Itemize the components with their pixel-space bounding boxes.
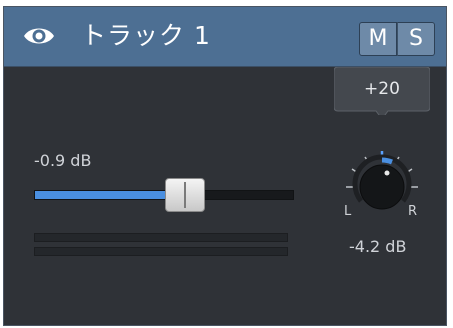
thumb-grip xyxy=(183,182,186,208)
track-name[interactable]: トラック 1 xyxy=(81,19,211,53)
volume-slider-thumb[interactable] xyxy=(164,178,205,212)
volume-value: -0.9 dB xyxy=(34,151,92,170)
eye-icon[interactable] xyxy=(22,23,56,49)
track-panel: トラック 1 M S -0.9 dB +20 L R -4.2 dB xyxy=(3,6,447,326)
solo-button[interactable]: S xyxy=(397,22,435,56)
volume-slider-fill xyxy=(35,191,186,199)
pan-db-value: -4.2 dB xyxy=(349,237,407,256)
mute-button[interactable]: M xyxy=(359,22,397,56)
pan-tooltip-value: +20 xyxy=(364,79,400,99)
pan-tooltip: +20 xyxy=(333,66,431,120)
pan-right-label: R xyxy=(408,204,418,219)
pan-left-label: L xyxy=(344,204,352,219)
level-meter-right xyxy=(34,247,288,256)
track-header: トラック 1 M S xyxy=(4,7,446,67)
level-meter-left xyxy=(34,233,288,242)
